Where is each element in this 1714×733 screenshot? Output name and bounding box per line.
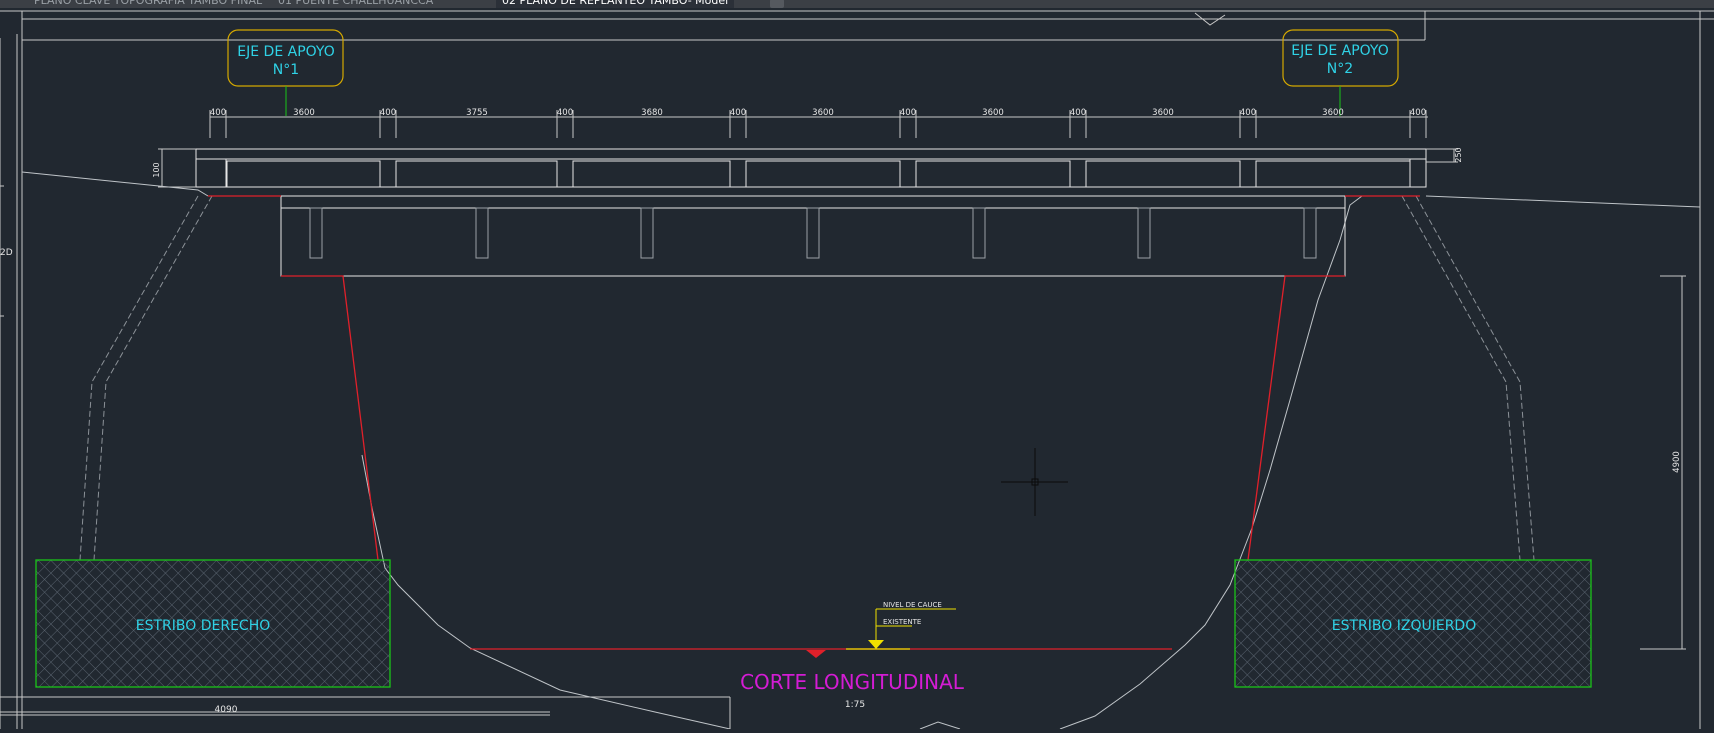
deck-height-dimension-left: 100 xyxy=(152,148,196,188)
deck-height-right-label: 250 xyxy=(1454,147,1463,162)
abutment-footing-right-side: ESTRIBO DERECHO xyxy=(35,559,391,688)
dim-label: 3600 xyxy=(1152,108,1174,118)
tab-plano-clave[interactable]: PLANO CLAVE TOPOGRAFIA TAMBO FINAL xyxy=(28,0,268,8)
dim-label: 3680 xyxy=(641,108,663,118)
dim-label: 400 xyxy=(210,108,226,118)
bottom-dimension-label: 4090 xyxy=(215,705,238,715)
span-dimension-labels: 400 3600 400 3755 400 3680 400 3600 400 … xyxy=(210,108,1426,118)
dim-label: 3600 xyxy=(812,108,834,118)
support-tag-2-line2: N°2 xyxy=(1327,61,1353,77)
dim-label: 3600 xyxy=(982,108,1004,118)
abutment-wing-right xyxy=(1401,195,1535,561)
support-tag-1-line2: N°1 xyxy=(273,62,299,78)
section-title: CORTE LONGITUDINAL xyxy=(740,670,965,694)
crosshair-cursor-icon xyxy=(1001,448,1068,516)
deck-height-dimension-right: 250 xyxy=(1426,147,1463,163)
abutment-footing-left-side: ESTRIBO IZQUIERDO xyxy=(1234,559,1592,688)
support-tag-2: EJE DE APOYO N°2 xyxy=(1282,29,1399,116)
main-girder xyxy=(280,195,1346,277)
abutment-label-izquierdo: ESTRIBO IZQUIERDO xyxy=(1332,618,1476,634)
dim-label: 3755 xyxy=(466,108,488,118)
dim-label: 400 xyxy=(380,108,396,118)
riverbed-label-2: EXISTENTE xyxy=(883,618,921,626)
section-scale: 1:75 xyxy=(845,700,865,710)
abutment-wing-left xyxy=(79,195,213,561)
dim-label: 400 xyxy=(1410,108,1426,118)
tab-puente-challhuancca[interactable]: 01 PUENTE CHALLHUANCCA xyxy=(272,0,439,8)
support-tag-1-line1: EJE DE APOYO xyxy=(237,44,334,60)
dim-label: 400 xyxy=(1240,108,1256,118)
dim-label: 400 xyxy=(557,108,573,118)
bridge-deck xyxy=(195,148,1427,188)
support-tag-1: EJE DE APOYO N°1 xyxy=(227,29,344,116)
support-tag-2-line1: EJE DE APOYO xyxy=(1291,43,1388,59)
tab-plano-replanteo[interactable]: 02 PLANO DE REPLANTEO TAMBO- Model xyxy=(496,0,735,8)
dim-label: 400 xyxy=(1070,108,1086,118)
deck-height-left-label: 100 xyxy=(152,162,161,177)
riverbed-label-1: NIVEL DE CAUCE xyxy=(883,601,942,609)
vertical-dimension-label: 4900 xyxy=(1672,451,1682,473)
drawing-canvas[interactable]: EJE DE APOYO N°1 EJE DE APOYO N°2 400 36… xyxy=(0,8,1714,730)
dim-label: 3600 xyxy=(293,108,315,118)
left-edge-label: 2D xyxy=(0,248,13,258)
bed-marker xyxy=(806,650,826,658)
dim-label: 400 xyxy=(730,108,746,118)
bottom-dimension: 4090 xyxy=(0,705,550,716)
document-tab-bar: PLANO CLAVE TOPOGRAFIA TAMBO FINAL 01 PU… xyxy=(0,0,1714,8)
dim-label: 3600 xyxy=(1322,108,1344,118)
riverbed-level-marker: NIVEL DE CAUCE EXISTENTE xyxy=(846,601,956,650)
vertical-dimension: 4900 xyxy=(1640,275,1686,650)
abutment-label-derecho: ESTRIBO DERECHO xyxy=(136,618,271,634)
new-tab-button[interactable] xyxy=(770,0,784,8)
dim-label: 400 xyxy=(900,108,916,118)
